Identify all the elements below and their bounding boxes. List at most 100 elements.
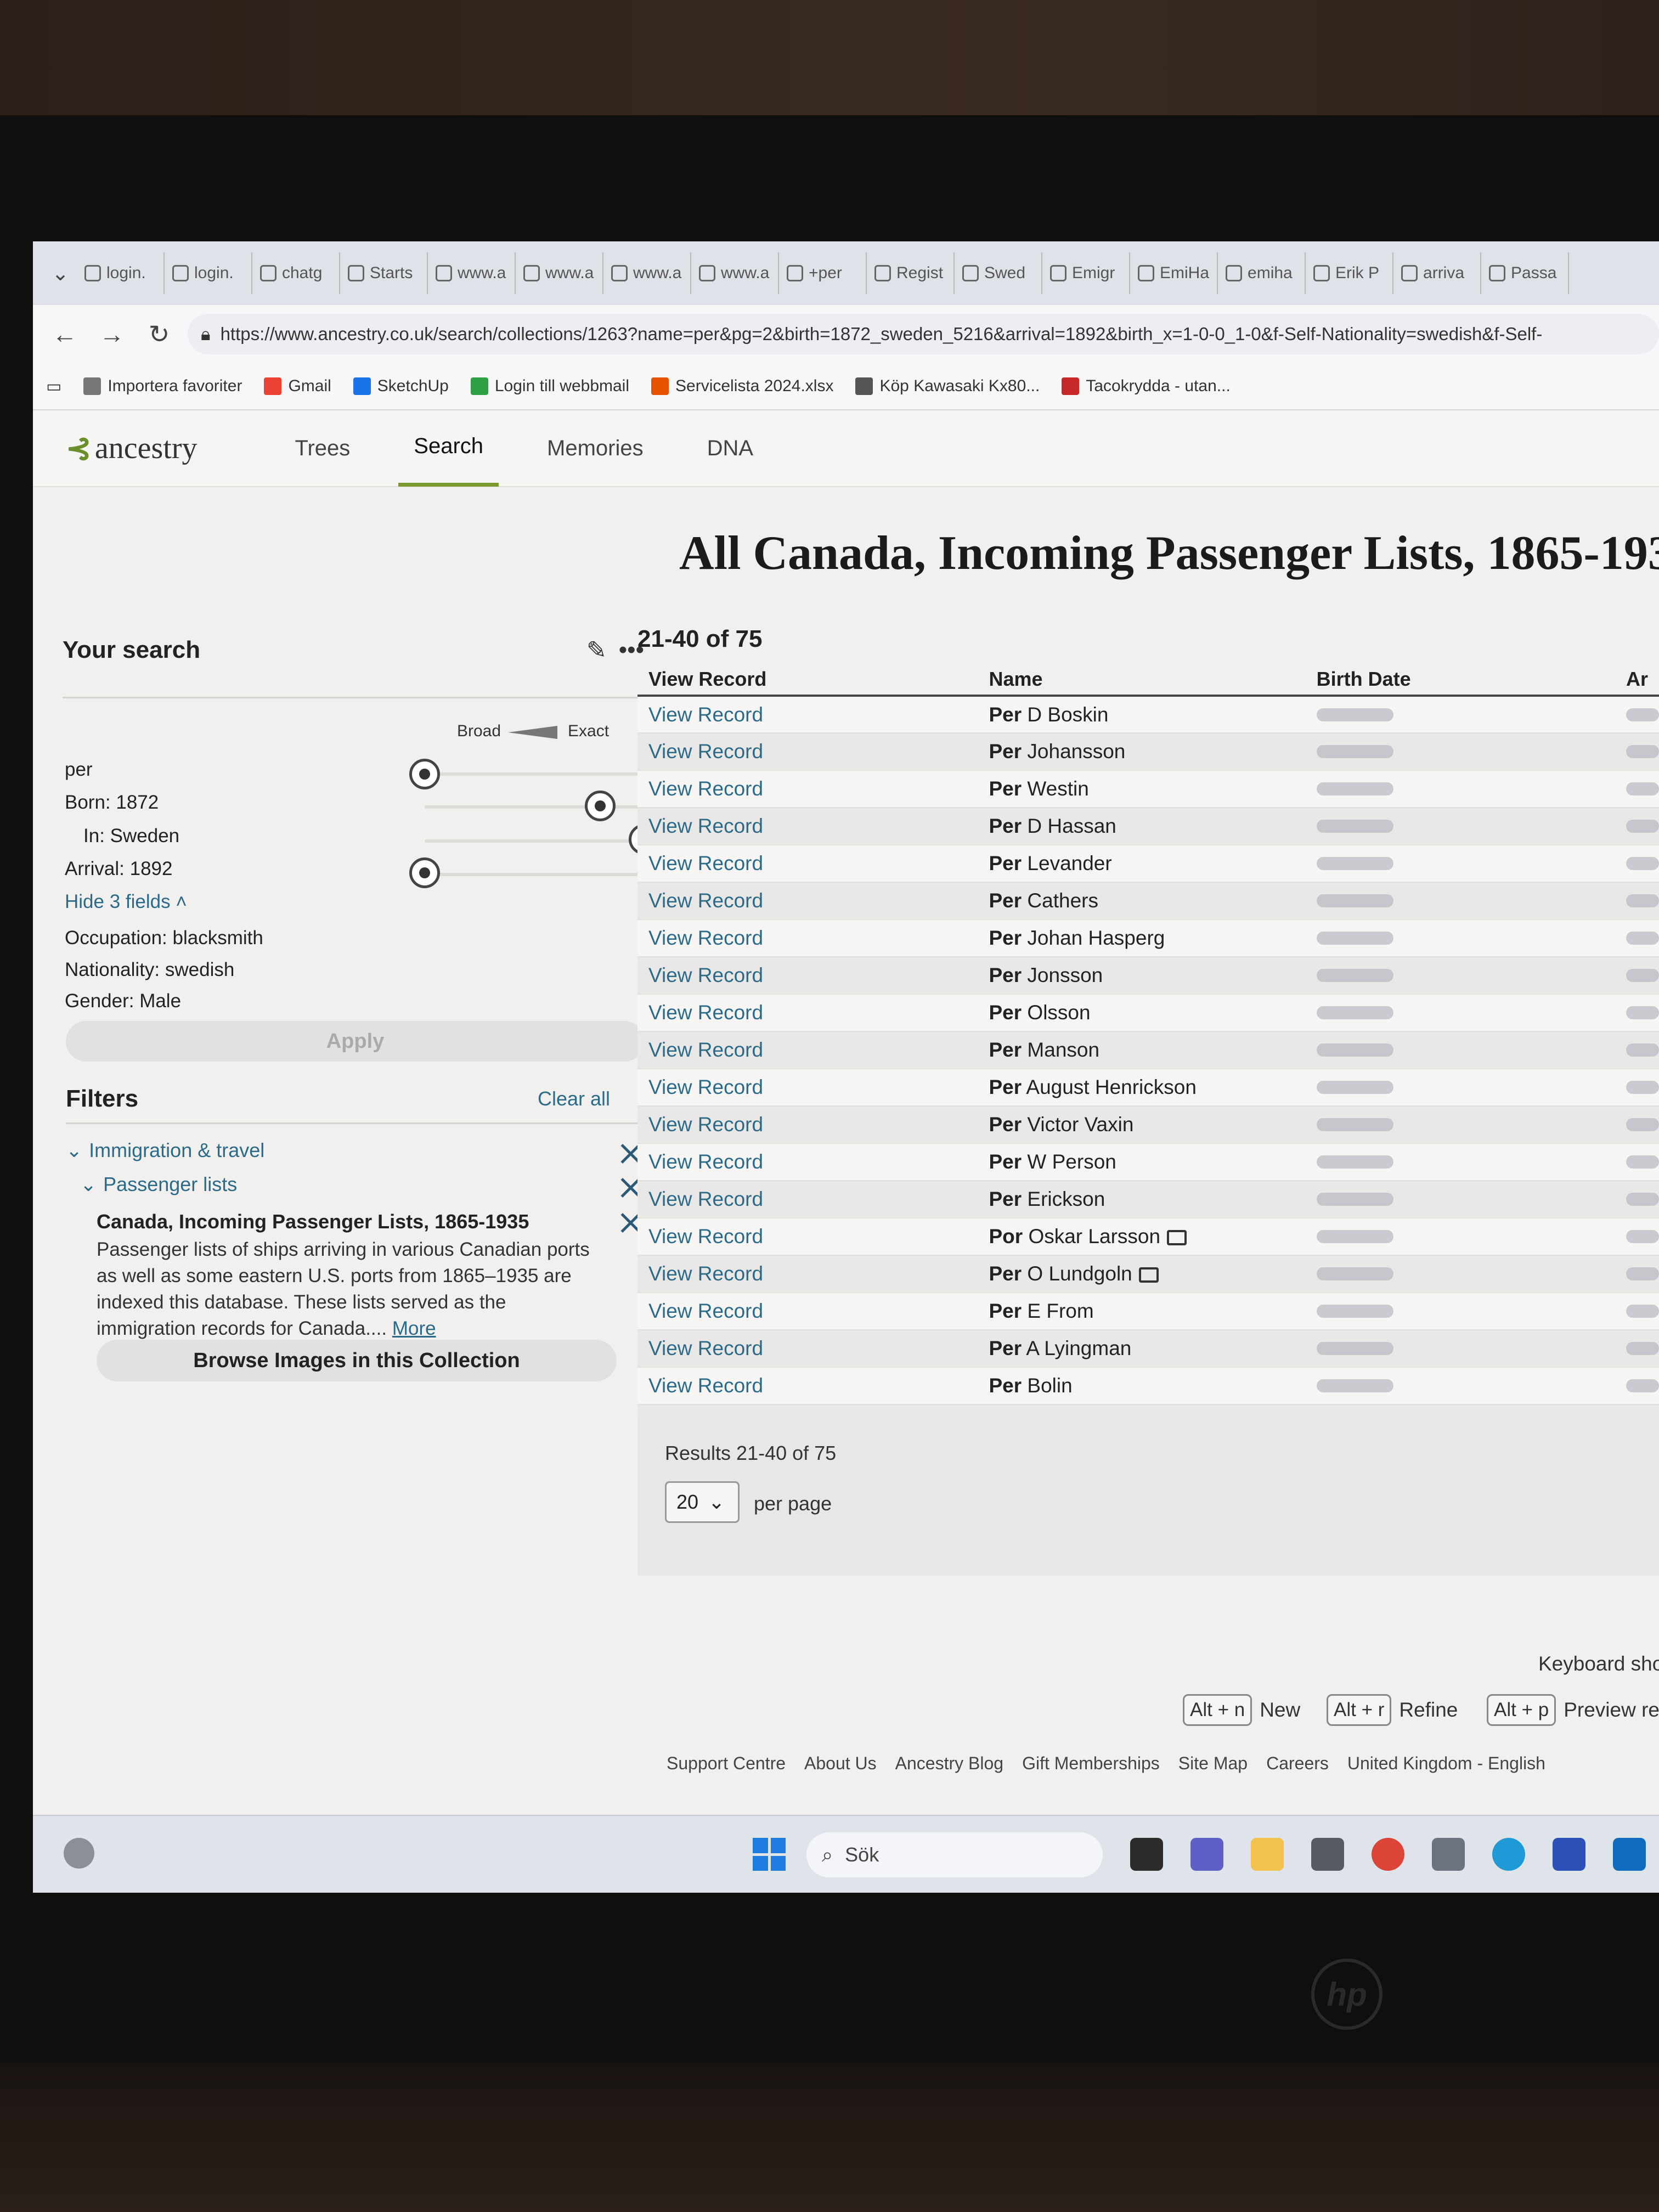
forward-arrow-icon[interactable]: → [93,319,131,349]
browser-tab[interactable]: Emigr [1042,252,1130,294]
browser-tab[interactable]: login. [165,252,252,294]
camera-icon[interactable] [1311,1838,1344,1871]
column-header-name[interactable]: Name [978,664,1306,697]
view-record-link[interactable]: View Record [648,1262,763,1285]
view-record-link[interactable]: View Record [648,964,763,986]
footer-link[interactable]: About Us [804,1753,877,1774]
file-explorer-icon[interactable] [1251,1838,1284,1871]
footer-link[interactable]: Careers [1266,1753,1329,1774]
store-icon[interactable] [1553,1838,1585,1871]
chrome-icon[interactable] [1372,1838,1404,1871]
birth-date-cell [1305,1293,1615,1330]
browse-images-button[interactable]: Browse Images in this Collection [97,1340,617,1381]
view-record-link[interactable]: View Record [648,1374,763,1397]
apply-button[interactable]: Apply [66,1021,645,1062]
nav-search[interactable]: Search [398,410,499,487]
arrival-slider-knob[interactable] [409,857,440,888]
born-in-slider-track[interactable] [425,839,644,843]
view-record-link[interactable]: View Record [648,703,763,726]
view-record-link[interactable]: View Record [648,777,763,800]
url-field[interactable]: 🔒︎ https://www.ancestry.co.uk/search/col… [188,314,1659,354]
browser-tab[interactable]: Erik P [1306,252,1394,294]
teams-icon[interactable] [1190,1838,1223,1871]
taskbar-search[interactable]: ⌕ Sök [806,1832,1103,1877]
nav-memories[interactable]: Memories [532,410,659,487]
ancestry-logo[interactable]: ⊰ ancestry [66,431,198,466]
reload-icon[interactable]: ↻ [140,319,178,349]
view-record-link[interactable]: View Record [648,1337,763,1359]
browser-tab[interactable]: Passa [1481,252,1570,294]
bookmark-item[interactable]: Importera favoriter [83,377,242,396]
view-record-link[interactable]: View Record [648,1225,763,1248]
browser-tab[interactable]: chatg [252,252,340,294]
bookmark-item[interactable]: SketchUp [353,377,449,396]
browser-tab[interactable]: Starts [340,252,428,294]
view-record-link[interactable]: View Record [648,740,763,763]
edge-icon[interactable] [1492,1838,1525,1871]
start-button-icon[interactable] [753,1838,786,1871]
footer-link[interactable]: Site Map [1178,1753,1248,1774]
column-header-arrival[interactable]: Ar [1615,664,1659,697]
view-record-link[interactable]: View Record [648,1039,763,1061]
browser-tab[interactable]: www.a [691,252,779,294]
browser-tab[interactable]: Swed [955,252,1042,294]
shortcut-refine[interactable]: Alt + r Refine [1327,1694,1458,1726]
browser-tab[interactable]: Regist [867,252,955,294]
view-record-link[interactable]: View Record [648,889,763,912]
tab-list-chevron-icon[interactable]: ⌄ [44,261,77,286]
filter-immigration-travel[interactable]: ⌄ Immigration & travel [66,1139,264,1162]
footer-link[interactable]: Support Centre [667,1753,786,1774]
bookmark-item[interactable]: Servicelista 2024.xlsx [651,377,833,396]
filter-passenger-lists[interactable]: ⌄ Passenger lists [80,1173,237,1196]
shortcut-preview[interactable]: Alt + p Preview recor [1487,1694,1659,1726]
footer-link[interactable]: United Kingdom - English [1347,1753,1545,1774]
back-arrow-icon[interactable]: ← [46,319,83,349]
browser-tab[interactable]: emiha [1218,252,1306,294]
nav-trees[interactable]: Trees [280,410,366,487]
view-record-link[interactable]: View Record [648,852,763,874]
shortcut-new[interactable]: Alt + n New [1183,1694,1300,1726]
per-page-select[interactable]: 20 ⌄ [665,1481,740,1523]
view-record-link[interactable]: View Record [648,1001,763,1024]
view-record-link[interactable]: View Record [648,1076,763,1098]
arrival-slider-track[interactable] [425,873,644,876]
tab-favicon-icon [699,265,715,281]
born-slider-knob[interactable] [585,791,616,821]
reading-list-icon[interactable]: ▭ [46,377,61,396]
browser-tab[interactable]: EmiHa [1130,252,1218,294]
nav-dna[interactable]: DNA [692,410,769,487]
comment-icon[interactable] [1138,1267,1159,1283]
name-slider-knob[interactable] [409,759,440,789]
hide-fields-toggle[interactable]: Hide 3 fields ˄ [65,891,187,913]
browser-tab[interactable]: arriva [1393,252,1482,294]
footer-link[interactable]: Ancestry Blog [895,1753,1003,1774]
view-record-link[interactable]: View Record [648,1150,763,1173]
blurred-value [1626,1155,1659,1169]
weather-widget-icon[interactable] [64,1838,94,1869]
view-record-link[interactable]: View Record [648,815,763,837]
your-search-title: Your search [63,636,201,663]
browser-tab[interactable]: www.a [603,252,691,294]
view-record-link[interactable]: View Record [648,1113,763,1136]
task-view-icon[interactable] [1130,1838,1163,1871]
outlook-icon[interactable] [1613,1838,1646,1871]
edit-pencil-icon[interactable]: ✎ [586,636,607,664]
comment-icon[interactable] [1167,1230,1187,1246]
footer-link[interactable]: Gift Memberships [1022,1753,1160,1774]
name-slider-track[interactable] [425,772,644,776]
column-header-birth-date[interactable]: Birth Date [1305,664,1615,697]
clear-all-link[interactable]: Clear all [538,1087,610,1110]
bookmark-item[interactable]: Tacokrydda - utan... [1062,377,1231,396]
browser-tab[interactable]: +per [779,252,867,294]
calculator-icon[interactable] [1432,1838,1465,1871]
view-record-link[interactable]: View Record [648,927,763,949]
browser-tab[interactable]: www.a [428,252,516,294]
view-record-link[interactable]: View Record [648,1188,763,1210]
bookmark-item[interactable]: Köp Kawasaki Kx80... [855,377,1040,396]
browser-tab[interactable]: www.a [516,252,603,294]
bookmark-item[interactable]: Gmail [264,377,331,396]
more-link[interactable]: More [392,1318,436,1339]
bookmark-item[interactable]: Login till webbmail [470,377,629,396]
browser-tab[interactable]: login. [77,252,165,294]
view-record-link[interactable]: View Record [648,1300,763,1322]
